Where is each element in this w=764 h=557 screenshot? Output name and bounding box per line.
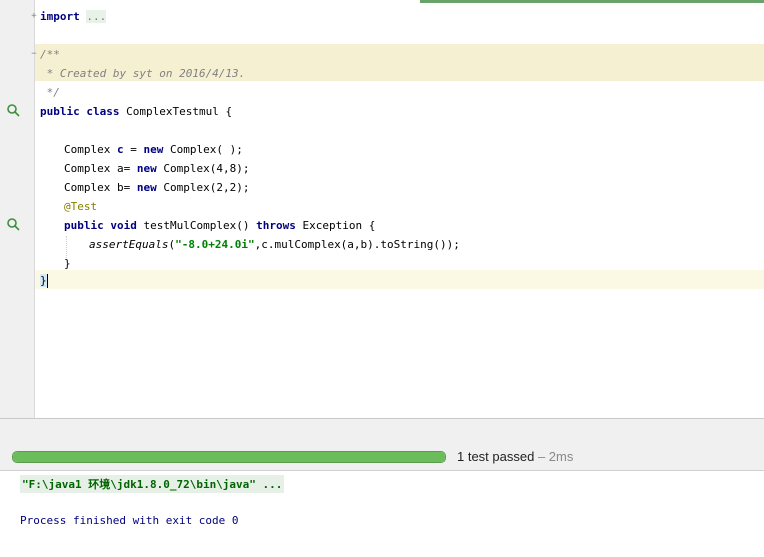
code-line-doc-body: * Created by syt on 2016/4/13.: [40, 67, 246, 80]
code-line-doc-open: /**: [40, 48, 60, 61]
code-line-field-c: Complex c = new Complex( );: [64, 143, 243, 156]
fold-expand-icon[interactable]: +: [30, 12, 38, 21]
code-line-annotation: @Test: [64, 200, 98, 213]
console-command-line[interactable]: "F:\java1 环境\jdk1.8.0_72\bin\java" ...: [20, 475, 285, 493]
text-caret: [46, 274, 48, 288]
code-line-import: import ...: [40, 10, 107, 23]
test-status-text: 1 test passed – 2ms: [457, 449, 574, 464]
run-class-icon[interactable]: [6, 103, 20, 117]
run-method-icon[interactable]: [6, 217, 20, 231]
run-console[interactable]: "F:\java1 环境\jdk1.8.0_72\bin\java" ... P…: [0, 471, 764, 557]
code-line-field-a: Complex a= new Complex(4,8);: [64, 162, 250, 175]
current-line-highlight: [0, 270, 764, 289]
folded-imports[interactable]: ...: [86, 10, 107, 23]
console-exit-message: Process finished with exit code 0: [20, 514, 239, 527]
test-progress-fill: [13, 452, 445, 462]
editor-top-accent: [420, 0, 764, 3]
fold-collapse-icon[interactable]: −: [30, 50, 38, 59]
code-editor[interactable]: + − import ... /** * Created by syt on 2…: [0, 0, 764, 418]
code-line-assert: assertEquals("-8.0+24.0i",c.mulComplex(a…: [89, 238, 460, 251]
code-line-method-close: }: [64, 257, 71, 270]
code-line-field-b: Complex b= new Complex(2,2);: [64, 181, 250, 194]
code-line-method-decl: public void testMulComplex() throws Exce…: [64, 219, 376, 232]
code-line-class-close: }: [40, 274, 48, 288]
panel-divider[interactable]: [0, 418, 764, 443]
test-progress-bar: [12, 451, 446, 463]
test-status-bar: 1 test passed – 2ms: [0, 442, 764, 471]
editor-gutter: [0, 0, 35, 418]
code-line-class-decl: public class ComplexTestmul {: [40, 105, 233, 118]
code-line-doc-close: */: [40, 86, 60, 99]
